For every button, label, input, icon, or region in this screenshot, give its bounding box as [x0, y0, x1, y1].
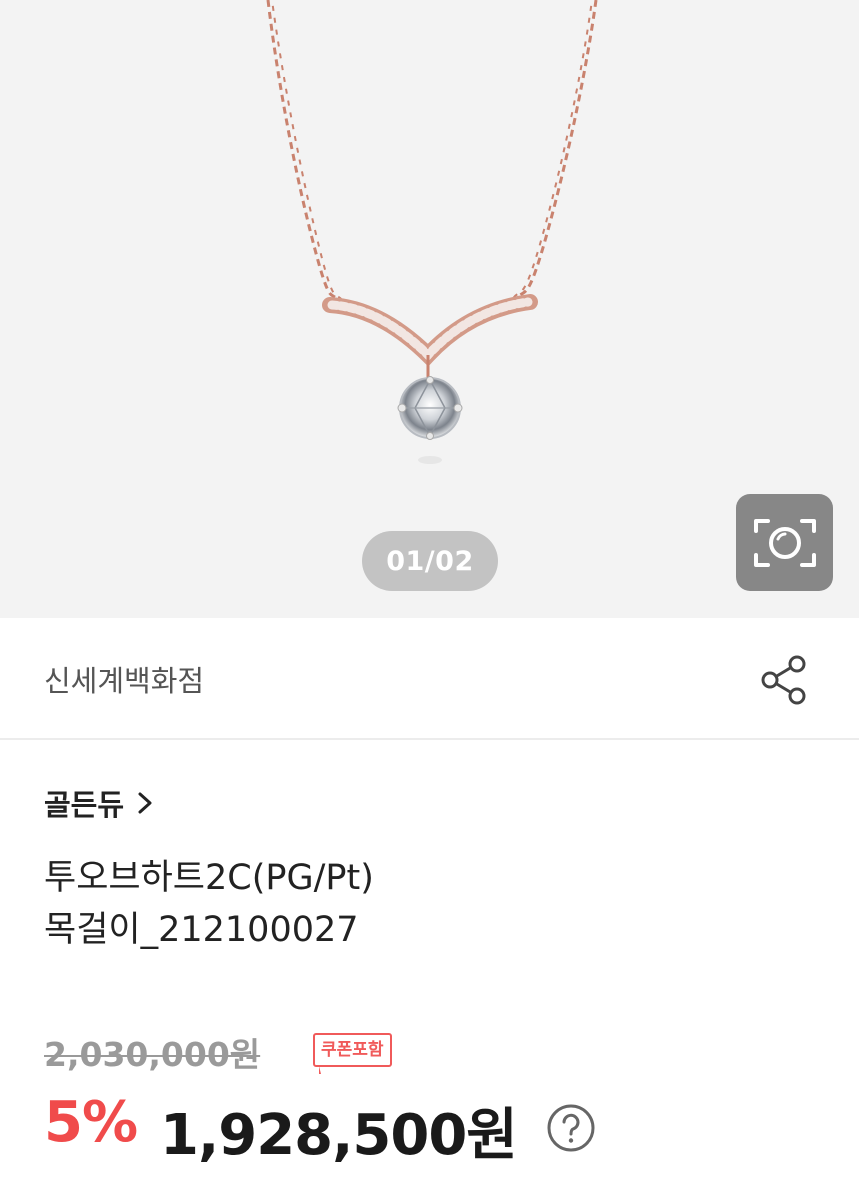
chevron-right-icon [138, 792, 152, 814]
product-image [266, 0, 598, 464]
brand-name: 골든듀 [44, 788, 125, 822]
seller-name[interactable]: 신세계백화점 [44, 658, 204, 700]
product-title-line-2: 목걸이_212100027 [44, 910, 359, 950]
image-page-indicator: 01/02 [362, 531, 498, 591]
original-price: 2,030,000원 [44, 1035, 261, 1074]
brand-link[interactable]: 골든듀 [44, 782, 154, 824]
price-info-button[interactable] [546, 1103, 596, 1153]
share-icon [761, 655, 806, 705]
image-search-icon [753, 518, 816, 567]
product-title: 투오브하트2C(PG/Pt) 목걸이_212100027 [44, 852, 784, 956]
image-search-button[interactable] [736, 494, 833, 591]
coupon-included-badge: 쿠폰포함 [313, 1033, 392, 1074]
sale-price: 1,928,500원 [160, 1103, 518, 1168]
discount-rate: 5% [44, 1090, 138, 1155]
seller-row: 신세계백화점 [0, 618, 859, 740]
question-mark-icon [547, 1104, 595, 1152]
share-button[interactable] [758, 654, 810, 706]
product-image-gallery[interactable]: 01/02 [0, 0, 859, 618]
product-title-line-1: 투오브하트2C(PG/Pt) [44, 858, 374, 898]
